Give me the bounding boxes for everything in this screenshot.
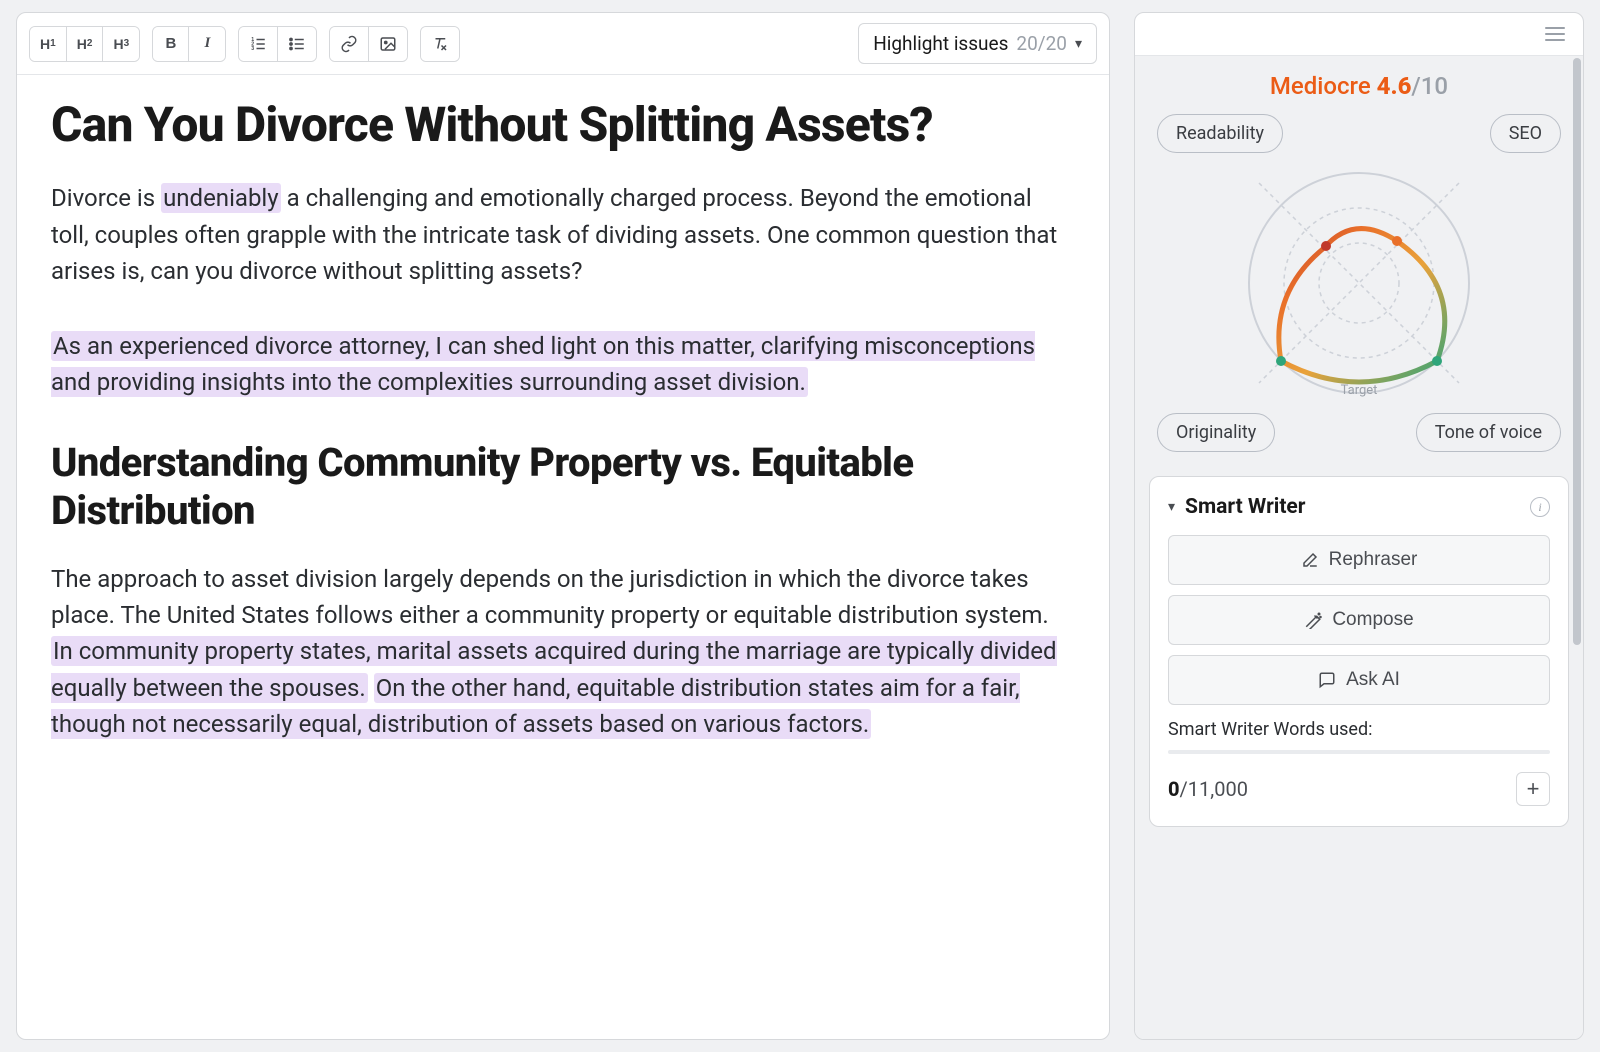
editor-pane: H1 H2 H3 B I 123: [16, 12, 1110, 1040]
compose-button[interactable]: Compose: [1168, 595, 1550, 645]
score-denominator: /10: [1411, 72, 1448, 100]
h1-button[interactable]: H1: [30, 27, 67, 61]
clear-format-icon: [431, 35, 449, 53]
chevron-down-icon: ▾: [1075, 36, 1082, 52]
insert-group: [329, 26, 408, 62]
pill-originality[interactable]: Originality: [1157, 413, 1275, 452]
words-progress-bar: [1168, 750, 1550, 754]
heading-group: H1 H2 H3: [29, 26, 140, 62]
edit-icon: [1301, 551, 1319, 569]
smart-writer-title: Smart Writer: [1185, 495, 1520, 519]
highlight-issues-select[interactable]: Highlight issues 20/20 ▾: [858, 23, 1097, 64]
doc-heading-1: Can You Divorce Without Splitting Assets…: [51, 97, 1075, 152]
bold-button[interactable]: B: [153, 27, 189, 61]
side-content: Mediocre 4.6/10: [1135, 56, 1583, 1039]
unordered-list-button[interactable]: [278, 27, 316, 61]
magic-pen-icon: [1304, 611, 1322, 629]
scrollbar[interactable]: [1573, 58, 1581, 1037]
menu-button[interactable]: [1541, 23, 1569, 45]
score-word: Mediocre: [1270, 72, 1371, 100]
ordered-list-icon: 123: [249, 35, 267, 53]
italic-button[interactable]: I: [189, 27, 225, 61]
words-count: 0/11,000: [1168, 777, 1248, 801]
collapse-toggle[interactable]: ▾: [1168, 499, 1175, 515]
doc-paragraph-3: The approach to asset division largely d…: [51, 561, 1075, 743]
image-icon: [379, 35, 397, 53]
unordered-list-icon: [288, 35, 306, 53]
link-button[interactable]: [330, 27, 369, 61]
list-group: 123: [238, 26, 317, 62]
pill-tone[interactable]: Tone of voice: [1416, 413, 1561, 452]
ask-ai-button[interactable]: Ask AI: [1168, 655, 1550, 705]
add-words-button[interactable]: +: [1516, 772, 1550, 806]
info-icon[interactable]: i: [1530, 497, 1550, 517]
pill-readability[interactable]: Readability: [1157, 114, 1283, 153]
editor-toolbar: H1 H2 H3 B I 123: [17, 13, 1109, 75]
doc-heading-2: Understanding Community Property vs. Equ…: [51, 439, 1075, 535]
radar-svg: [1229, 153, 1489, 413]
highlight-issues-label: Highlight issues: [873, 32, 1008, 55]
words-row: 0/11,000 +: [1168, 772, 1550, 806]
score-header: Mediocre 4.6/10: [1149, 72, 1569, 100]
scrollbar-thumb[interactable]: [1573, 58, 1581, 645]
smart-writer-panel: ▾ Smart Writer i Rephraser Compose Ask A…: [1149, 476, 1569, 827]
clear-format-button[interactable]: [421, 27, 459, 61]
h3-button[interactable]: H3: [103, 27, 139, 61]
target-label: Target: [1341, 383, 1378, 398]
radar-chart: Readability SEO Originality Tone of voic…: [1149, 108, 1569, 458]
ordered-list-button[interactable]: 123: [239, 27, 278, 61]
hamburger-icon: [1545, 27, 1565, 29]
image-button[interactable]: [369, 27, 407, 61]
svg-text:3: 3: [252, 46, 255, 52]
editor-body[interactable]: Can You Divorce Without Splitting Assets…: [17, 75, 1109, 1039]
chat-icon: [1318, 671, 1336, 689]
h2-button[interactable]: H2: [67, 27, 104, 61]
formatting-group: B I: [152, 26, 226, 62]
pill-seo[interactable]: SEO: [1490, 114, 1561, 153]
highlight-issue[interactable]: As an experienced divorce attorney, I ca…: [51, 331, 1035, 397]
score-value: 4.6: [1377, 72, 1412, 100]
highlight-issues-count: 20/20: [1016, 32, 1067, 55]
doc-paragraph-1: Divorce is undeniably a challenging and …: [51, 180, 1075, 289]
doc-paragraph-2: As an experienced divorce attorney, I ca…: [51, 328, 1075, 401]
rephraser-button[interactable]: Rephraser: [1168, 535, 1550, 585]
smart-writer-header: ▾ Smart Writer i: [1168, 495, 1550, 519]
side-pane: Mediocre 4.6/10: [1134, 12, 1584, 1040]
clear-group: [420, 26, 460, 62]
side-top-bar: [1135, 13, 1583, 56]
link-icon: [340, 35, 358, 53]
words-used-label: Smart Writer Words used:: [1168, 719, 1550, 740]
highlight-issue[interactable]: undeniably: [161, 183, 281, 213]
